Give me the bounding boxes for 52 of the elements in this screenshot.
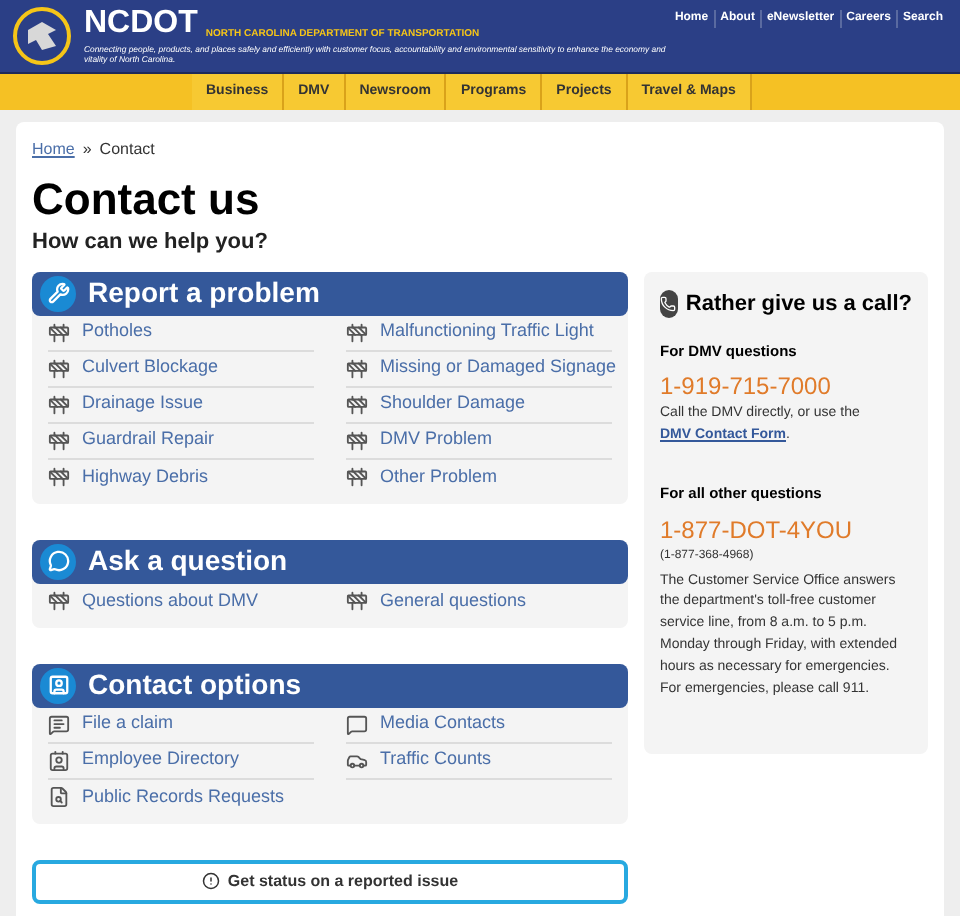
problem-link[interactable]: Malfunctioning Traffic Light <box>380 318 594 346</box>
breadcrumb-link[interactable]: Home <box>32 138 75 162</box>
problem-link[interactable]: DMV Problem <box>380 426 493 454</box>
logo-text: NCDOT <box>84 7 198 40</box>
barrier-icon <box>346 393 368 415</box>
contact-card-icon <box>48 749 70 771</box>
problem-link[interactable]: Traffic Counts <box>380 746 492 774</box>
call-box-title: Rather give us a call? <box>685 289 912 319</box>
barrier-icon <box>48 590 70 612</box>
problem-link[interactable]: Employee Directory <box>82 746 240 774</box>
logo-icon <box>12 6 72 66</box>
alert-icon <box>201 872 220 890</box>
problem-link[interactable]: Other Problem <box>380 463 498 491</box>
phone-number: 1-877-DOT-4YOU <box>660 513 855 547</box>
problem-link[interactable]: General questions <box>380 587 527 615</box>
message-icon <box>48 713 70 735</box>
barrier-icon <box>48 429 70 451</box>
problem-link[interactable]: Missing or Damaged Signage <box>380 354 617 382</box>
problem-link[interactable]: Drainage Issue <box>82 390 204 418</box>
panel-title: Ask a question <box>88 542 288 580</box>
speech-bubble-icon <box>40 543 76 579</box>
problem-link[interactable]: Highway Debris <box>82 463 209 491</box>
document-search-icon <box>48 786 70 808</box>
barrier-icon <box>48 393 70 415</box>
barrier-icon <box>346 590 368 612</box>
wrench-icon <box>40 275 76 311</box>
barrier-icon <box>48 466 70 488</box>
problem-link[interactable]: Shoulder Damage <box>380 390 526 418</box>
barrier-icon <box>48 357 70 379</box>
barrier-icon <box>346 466 368 488</box>
status-button[interactable]: Get status on a reported issue <box>32 859 628 903</box>
problem-link[interactable]: Guardrail Repair <box>82 426 215 454</box>
chat-icon <box>346 713 368 735</box>
problem-link[interactable]: Potholes <box>82 318 153 346</box>
page-title: Contact us <box>32 178 262 222</box>
phone-icon <box>660 289 678 318</box>
breadcrumb-separator: » <box>82 138 92 162</box>
barrier-icon <box>346 429 368 451</box>
problem-link[interactable]: Media Contacts <box>380 710 506 738</box>
phone-number: 1-919-715-7000 <box>660 370 833 405</box>
barrier-icon <box>346 357 368 379</box>
panel-title: Contact options <box>88 666 302 704</box>
problem-link[interactable]: File a claim <box>82 710 174 738</box>
page-subtitle: How can we help you? <box>32 228 270 258</box>
panel-title: Report a problem <box>88 274 320 312</box>
barrier-icon <box>48 321 70 343</box>
problem-link[interactable]: Culvert Blockage <box>82 354 219 382</box>
problem-link[interactable]: Public Records Requests <box>82 783 285 811</box>
breadcrumb-current: Contact <box>99 138 155 162</box>
barrier-icon <box>346 321 368 343</box>
problem-link[interactable]: Questions about DMV <box>82 587 259 615</box>
person-card-icon <box>40 667 76 703</box>
